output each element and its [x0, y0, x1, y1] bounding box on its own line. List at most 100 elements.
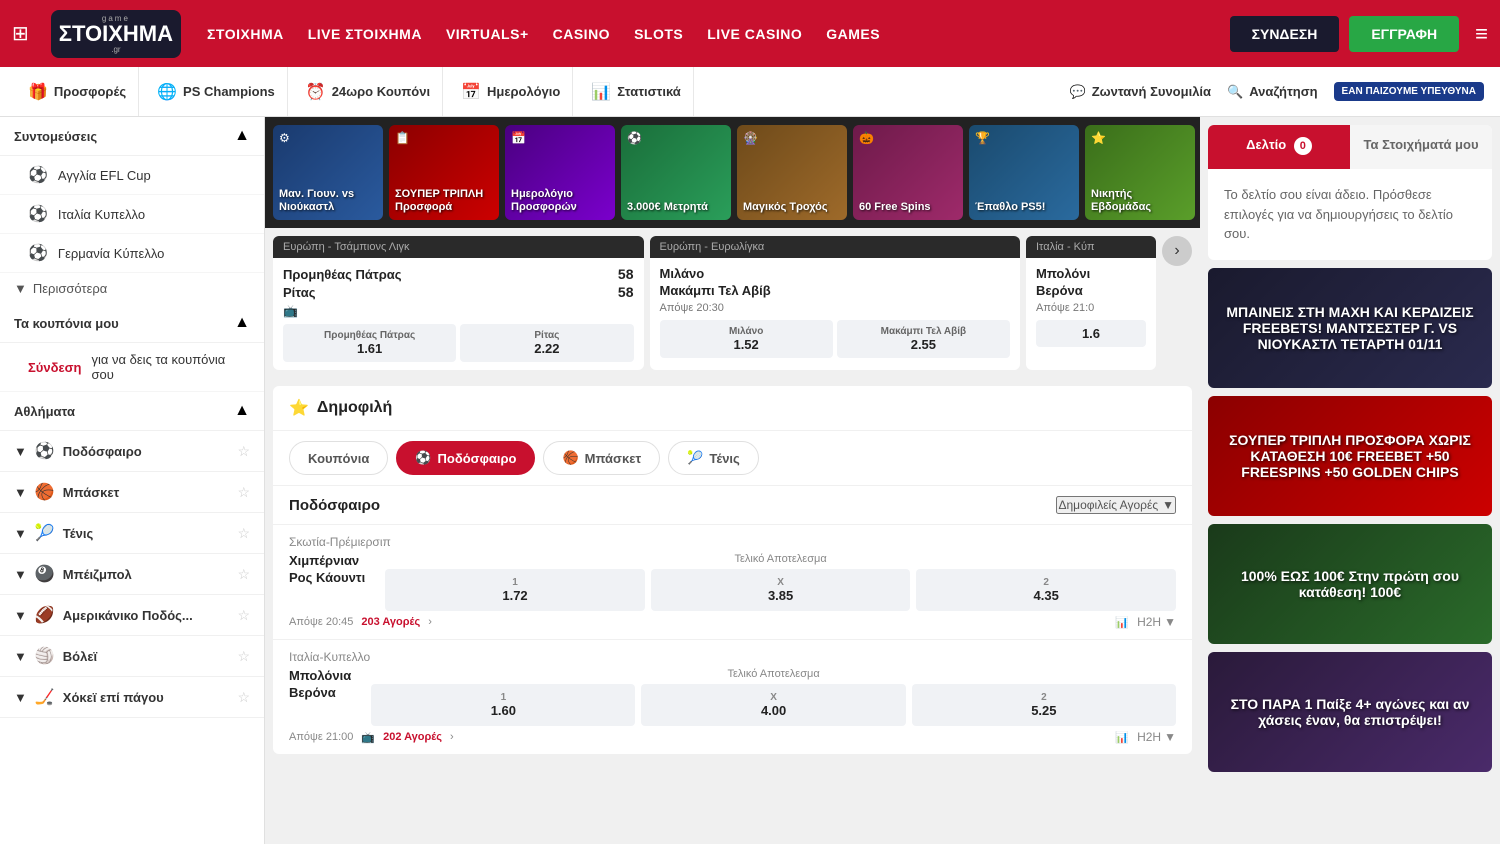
- amfootball-label: Αμερικάνικο Ποδός...: [63, 608, 193, 623]
- sidebar-item-germany-cup[interactable]: ⚽ Γερμανία Κύπελλο: [0, 234, 264, 273]
- nav-item-live-casino[interactable]: LIVE CASINO: [707, 26, 802, 42]
- outcome-1-match1[interactable]: 1 1.60: [371, 684, 635, 726]
- live-chat-button[interactable]: 💬 Ζωντανή Συνομιλία: [1070, 84, 1212, 100]
- h2h-button-0[interactable]: H2H ▼: [1137, 615, 1176, 629]
- tennis-icon: 🎾: [35, 523, 55, 543]
- promo-icon-4: 🎡: [743, 131, 758, 145]
- fav-star-baseball[interactable]: ☆: [237, 566, 250, 583]
- popular-markets-button[interactable]: Δημοφιλείς Αγορές ▼: [1056, 496, 1176, 514]
- match-card-1: Ευρώπη - Ευρωλίγκα Μιλάνο Μακάμπι Τελ Αβ…: [650, 236, 1021, 370]
- promo-banner-0[interactable]: ΜΠΑΙΝΕΙΣ ΣΤΗ ΜΑΧΗ ΚΑΙ ΚΕΡΔΙΖΕΙΣ FREEBETS…: [1208, 268, 1492, 388]
- nav-item-slots[interactable]: SLOTS: [634, 26, 683, 42]
- sports-header[interactable]: Αθλήματα ▲: [0, 392, 264, 431]
- promo-banner-3[interactable]: ΣΤΟ ΠΑΡΑ 1 Παίξε 4+ αγώνες και αν χάσεις…: [1208, 652, 1492, 772]
- promo-card-1[interactable]: 📋 ΣΟΥΠΕΡ ΤΡΙΠΛΗ Προσφορά: [389, 125, 499, 220]
- coupons-header[interactable]: Τα κουπόνια μου ▲: [0, 304, 264, 343]
- search-button[interactable]: 🔍 Αναζήτηση: [1227, 84, 1318, 100]
- promo-card-5[interactable]: 🎃 60 Free Spins: [853, 125, 963, 220]
- grid-icon[interactable]: ⊞: [12, 21, 29, 46]
- promo-card-4[interactable]: 🎡 Μαγικός Τροχός: [737, 125, 847, 220]
- promo-icon-3: ⚽: [627, 131, 642, 145]
- stats-link[interactable]: 📊 Στατιστικά: [579, 67, 693, 116]
- popular-match-0: Σκωτία-Πρέμιερσιπ Χιμπέρνιαν Ρος Κάουντι…: [273, 524, 1192, 639]
- promo-card-7[interactable]: ⭐ Νικητής Εβδομάδας: [1085, 125, 1195, 220]
- chevron-down-icon-tennis: ▼: [14, 526, 27, 541]
- tab-tennis[interactable]: 🎾 Τένις: [668, 441, 759, 475]
- fav-star-football[interactable]: ☆: [237, 443, 250, 460]
- promo-banner-2[interactable]: 100% ΕΩΣ 100€ Στην πρώτη σου κατάθεση! 1…: [1208, 524, 1492, 644]
- outcome-2-match1[interactable]: 2 5.25: [912, 684, 1176, 726]
- nav-item-casino[interactable]: CASINO: [553, 26, 610, 42]
- betslip-tab-mybets[interactable]: Τα Στοιχήματά μου: [1350, 125, 1492, 169]
- promo-icon-2: 📅: [511, 131, 526, 145]
- tv-icon-0: 📺: [283, 304, 634, 318]
- fav-star-amfootball[interactable]: ☆: [237, 607, 250, 624]
- sidebar-item-italy-cup[interactable]: ⚽ Ιταλία Κυπελλο: [0, 195, 264, 234]
- odd-button-team2-0[interactable]: Ρίτας 2.22: [460, 324, 633, 362]
- markets-link-1[interactable]: 202 Αγορές: [383, 731, 442, 743]
- sidebar-sport-tennis[interactable]: ▼ 🎾 Τένις ☆: [0, 513, 264, 554]
- sidebar-sport-football[interactable]: ▼ ⚽ Ποδόσφαιρο ☆: [0, 431, 264, 472]
- promo-card-3[interactable]: ⚽ 3.000€ Μετρητά: [621, 125, 731, 220]
- sidebar-sport-volleyball[interactable]: ▼ 🏐 Βόλεϊ ☆: [0, 636, 264, 677]
- chevron-down-icon-markets: ▼: [1162, 498, 1174, 512]
- fav-star-basket[interactable]: ☆: [237, 484, 250, 501]
- markets-link-0[interactable]: 203 Αγορές: [361, 616, 420, 628]
- volleyball-icon: 🏐: [35, 646, 55, 666]
- basketball-tab-label: Μπάσκετ: [585, 451, 642, 466]
- shortcuts-header[interactable]: Συντομεύσεις ▲: [0, 117, 264, 156]
- nav-item-virtuals[interactable]: VIRTUALS+: [446, 26, 529, 42]
- sidebar-sport-basketball[interactable]: ▼ 🏀 Μπάσκετ ☆: [0, 472, 264, 513]
- basketball-tab-icon: 🏀: [562, 450, 578, 466]
- match-teams-0: Χιμπέρνιαν Ρος Κάουντι: [289, 553, 365, 585]
- tab-football[interactable]: ⚽ Ποδόσφαιρο: [396, 441, 535, 475]
- coupon-link[interactable]: ⏰ 24ωρο Κουπόνι: [294, 67, 443, 116]
- matches-next-button[interactable]: ›: [1162, 236, 1192, 266]
- promo-card-0[interactable]: ⚙ Μαν. Γιουν. vs Νιούκαστλ: [273, 125, 383, 220]
- fav-star-tennis[interactable]: ☆: [237, 525, 250, 542]
- fav-star-volley[interactable]: ☆: [237, 648, 250, 665]
- promo-card-6[interactable]: 🏆 Έπαθλο PS5!: [969, 125, 1079, 220]
- popular-match-1: Ιταλία-Κυπελλο Μπολόνια Βερόνα Τελικό Απ…: [273, 639, 1192, 754]
- promo-icon-6: 🏆: [975, 131, 990, 145]
- calendar-link[interactable]: 📅 Ημερολόγιο: [449, 67, 573, 116]
- nav-item-stoixima[interactable]: ΣΤΟΙΧΗΜΑ: [207, 26, 284, 42]
- sidebar-sport-american-football[interactable]: ▼ 🏈 Αμερικάνικο Ποδός... ☆: [0, 595, 264, 636]
- sidebar-sport-hockey[interactable]: ▼ 🏒 Χόκεϊ επί πάγου ☆: [0, 677, 264, 718]
- outcome-x-match1[interactable]: X 4.00: [641, 684, 905, 726]
- signin-link[interactable]: Σύνδεση: [28, 360, 82, 375]
- h2h-button-1[interactable]: H2H ▼: [1137, 730, 1176, 744]
- register-button[interactable]: ΕΓΓΡΑΦΗ: [1349, 16, 1459, 52]
- logo[interactable]: game ΣΤΟΙΧΗΜΑ .gr: [51, 10, 181, 58]
- fav-star-hockey[interactable]: ☆: [237, 689, 250, 706]
- shortcuts-more[interactable]: ▼ Περισσότερα: [0, 273, 264, 304]
- prosfores-link[interactable]: 🎁 Προσφορές: [16, 67, 139, 116]
- chevron-down-icon-football: ▼: [14, 444, 27, 459]
- nav-item-live[interactable]: LIVE ΣΤΟΙΧΗΜΑ: [308, 26, 422, 42]
- promo-card-2[interactable]: 📅 Ημερολόγιο Προσφορών: [505, 125, 615, 220]
- safe-game-badge[interactable]: ΕΑΝ ΠΑΙΖΟΥΜΕ ΥΠΕΥΘΥΝΑ: [1334, 82, 1484, 101]
- popular-header: ⭐ Δημοφιλή: [273, 386, 1192, 431]
- odd-button-team1-1[interactable]: Μιλάνο 1.52: [660, 320, 833, 358]
- outcome-x-match0[interactable]: X 3.85: [651, 569, 911, 611]
- betslip-tab-deltio[interactable]: Δελτίο 0: [1208, 125, 1350, 169]
- signin-button[interactable]: ΣΥΝΔΕΣΗ: [1230, 16, 1340, 52]
- tab-coupons[interactable]: Κουπόνια: [289, 441, 388, 475]
- sidebar-sport-baseball[interactable]: ▼ 🎱 Μπέιζμπολ ☆: [0, 554, 264, 595]
- ps-champions-link[interactable]: 🌐 PS Champions: [145, 67, 288, 116]
- coupons-signin-prompt[interactable]: Σύνδεση για να δεις τα κουπόνια σου: [0, 343, 264, 392]
- odd-button-match2[interactable]: 1.6: [1036, 320, 1146, 347]
- match-time-1: Απόψε 20:30: [660, 302, 1011, 314]
- promo-banner-1[interactable]: ΣΟΥΠΕΡ ΤΡΙΠΛΗ ΠΡΟΣΦΟΡΑ ΧΩΡΙΣ ΚΑΤΑΘΕΣΗ 10…: [1208, 396, 1492, 516]
- tv-icon-match1: 📺: [361, 731, 375, 744]
- outcome-2-match0[interactable]: 2 4.35: [916, 569, 1176, 611]
- chat-icon: 💬: [1070, 84, 1086, 100]
- tab-basketball[interactable]: 🏀 Μπάσκετ: [543, 441, 660, 475]
- odd-button-team1-0[interactable]: Προμηθέας Πάτρας 1.61: [283, 324, 456, 362]
- sidebar-item-england-efl[interactable]: ⚽ Αγγλία EFL Cup: [0, 156, 264, 195]
- promo-label-5: 60 Free Spins: [859, 201, 957, 214]
- hamburger-icon[interactable]: ≡: [1475, 21, 1488, 47]
- nav-item-games[interactable]: GAMES: [826, 26, 880, 42]
- outcome-1-match0[interactable]: 1 1.72: [385, 569, 645, 611]
- odd-button-team2-1[interactable]: Μακάμπι Τελ Αβίβ 2.55: [837, 320, 1010, 358]
